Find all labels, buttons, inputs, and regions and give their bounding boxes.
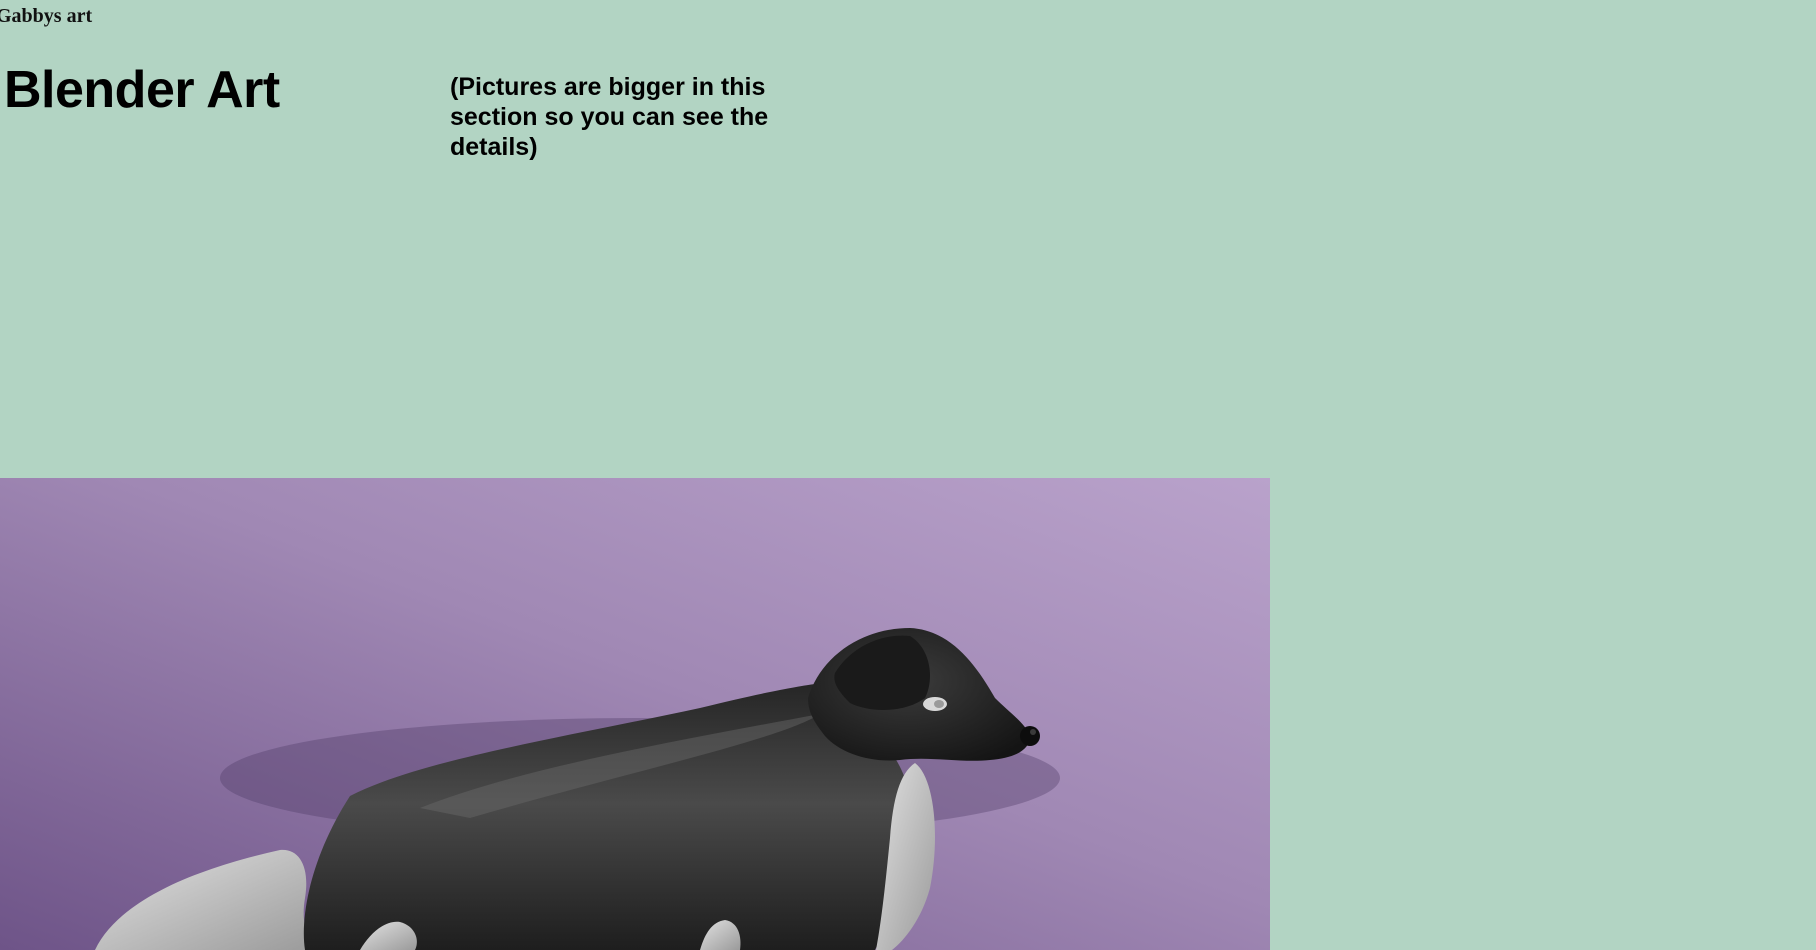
site-title: Gabbys art xyxy=(0,5,93,27)
section-heading: Blender Art xyxy=(4,61,280,119)
blender-render-image xyxy=(0,478,1270,950)
section-note: (Pictures are bigger in this section so … xyxy=(450,73,769,161)
dog-render-image xyxy=(0,478,1270,950)
